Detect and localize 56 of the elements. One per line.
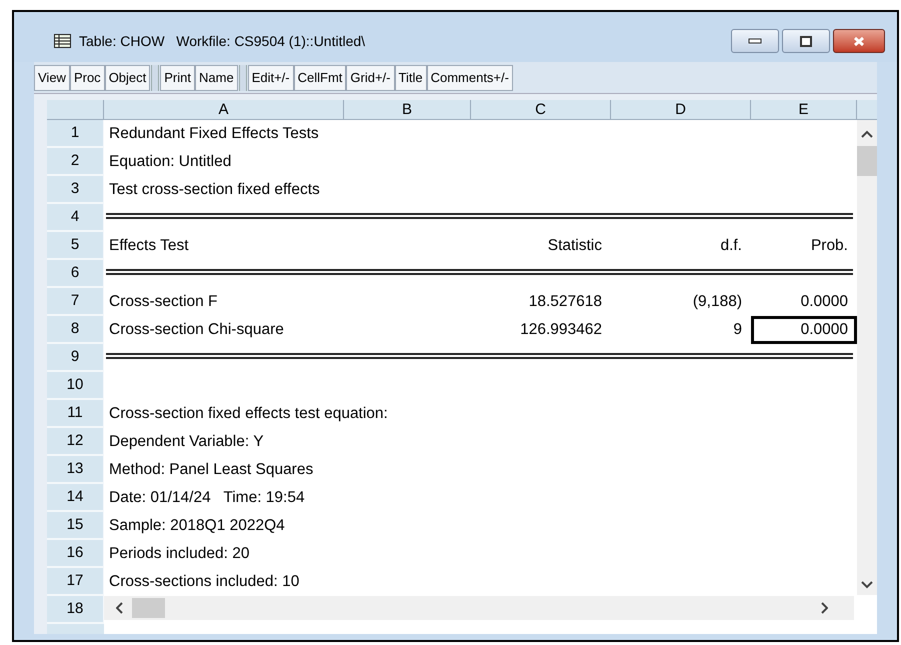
column-header[interactable]: B <box>344 100 471 119</box>
table-cell[interactable]: Equation: Untitled <box>104 148 234 176</box>
row-header[interactable]: 15 <box>47 512 104 540</box>
table-cell[interactable]: Method: Panel Least Squares <box>104 456 316 484</box>
toolbar-button[interactable]: Print <box>160 64 195 90</box>
toolbar-button[interactable]: Edit+/- <box>248 64 294 90</box>
column-header[interactable]: A <box>104 100 344 119</box>
toolbar-button[interactable]: Proc <box>70 64 105 90</box>
table-cell[interactable]: Effects Test <box>104 232 192 260</box>
table-cell[interactable]: Periods included: 20 <box>104 540 252 568</box>
table-cell[interactable]: Cross-section Chi-square <box>104 316 287 344</box>
toolbar-button[interactable]: Comments+/- <box>426 64 513 90</box>
table-cell[interactable]: Test cross-section fixed effects <box>104 176 323 204</box>
toolbar-button[interactable]: Title <box>394 64 427 90</box>
table-cell[interactable]: 126.993462 <box>471 316 611 344</box>
table-cell[interactable]: Redundant Fixed Effects Tests <box>104 120 322 148</box>
row-header[interactable]: 1 <box>47 120 104 148</box>
toolbar-button[interactable]: CellFmt <box>294 64 346 90</box>
row-header[interactable]: 4 <box>47 204 104 232</box>
row-header[interactable]: 3 <box>47 176 104 204</box>
row-header[interactable]: 17 <box>47 568 104 596</box>
row-header[interactable]: 5 <box>47 232 104 260</box>
toolbar-button[interactable]: Object <box>104 64 150 90</box>
toolbar-button[interactable]: View <box>34 64 70 90</box>
toolbar-button[interactable]: Grid+/- <box>346 64 394 90</box>
table-cell[interactable]: Sample: 2018Q1 2022Q4 <box>104 512 288 540</box>
row-header[interactable]: 18 <box>47 596 104 624</box>
table-cell[interactable]: Cross-section F <box>104 288 221 316</box>
row-header[interactable]: 2 <box>47 148 104 176</box>
row-header[interactable]: 11 <box>47 400 104 428</box>
table-cell[interactable]: Cross-sections included: 10 <box>104 568 302 596</box>
column-header[interactable]: C <box>471 100 611 119</box>
table-cell[interactable]: Statistic <box>471 232 611 260</box>
table-cell[interactable]: 18.527618 <box>471 288 611 316</box>
row-header[interactable]: 14 <box>47 484 104 512</box>
table-cell[interactable]: Date: 01/14/24 Time: 19:54 <box>104 484 308 512</box>
toolbar-button[interactable]: Name <box>195 64 238 90</box>
table-cell[interactable]: Prob. <box>751 232 857 260</box>
table-cell[interactable]: (9,188) <box>611 288 751 316</box>
table-cell[interactable]: 0.0000 <box>751 316 857 344</box>
window-title: Table: CHOW Workfile: CS9504 (1)::Untitled\ <box>79 32 366 51</box>
table-cell[interactable]: Cross-section fixed effects test equation: <box>104 400 391 428</box>
row-header[interactable]: 12 <box>47 428 104 456</box>
row-header[interactable]: 9 <box>47 344 104 372</box>
table-cell[interactable]: 9 <box>611 316 751 344</box>
row-header[interactable]: 6 <box>47 260 104 288</box>
column-header[interactable]: E <box>751 100 857 119</box>
row-header[interactable]: 16 <box>47 540 104 568</box>
row-header[interactable]: 13 <box>47 456 104 484</box>
column-header[interactable]: D <box>611 100 751 119</box>
table-cell[interactable]: Dependent Variable: Y <box>104 428 267 456</box>
table-cell[interactable]: d.f. <box>611 232 751 260</box>
table-cell[interactable]: 0.0000 <box>751 288 857 316</box>
row-header[interactable]: 8 <box>47 316 104 344</box>
row-header[interactable]: 7 <box>47 288 104 316</box>
row-header[interactable]: 10 <box>47 372 104 400</box>
